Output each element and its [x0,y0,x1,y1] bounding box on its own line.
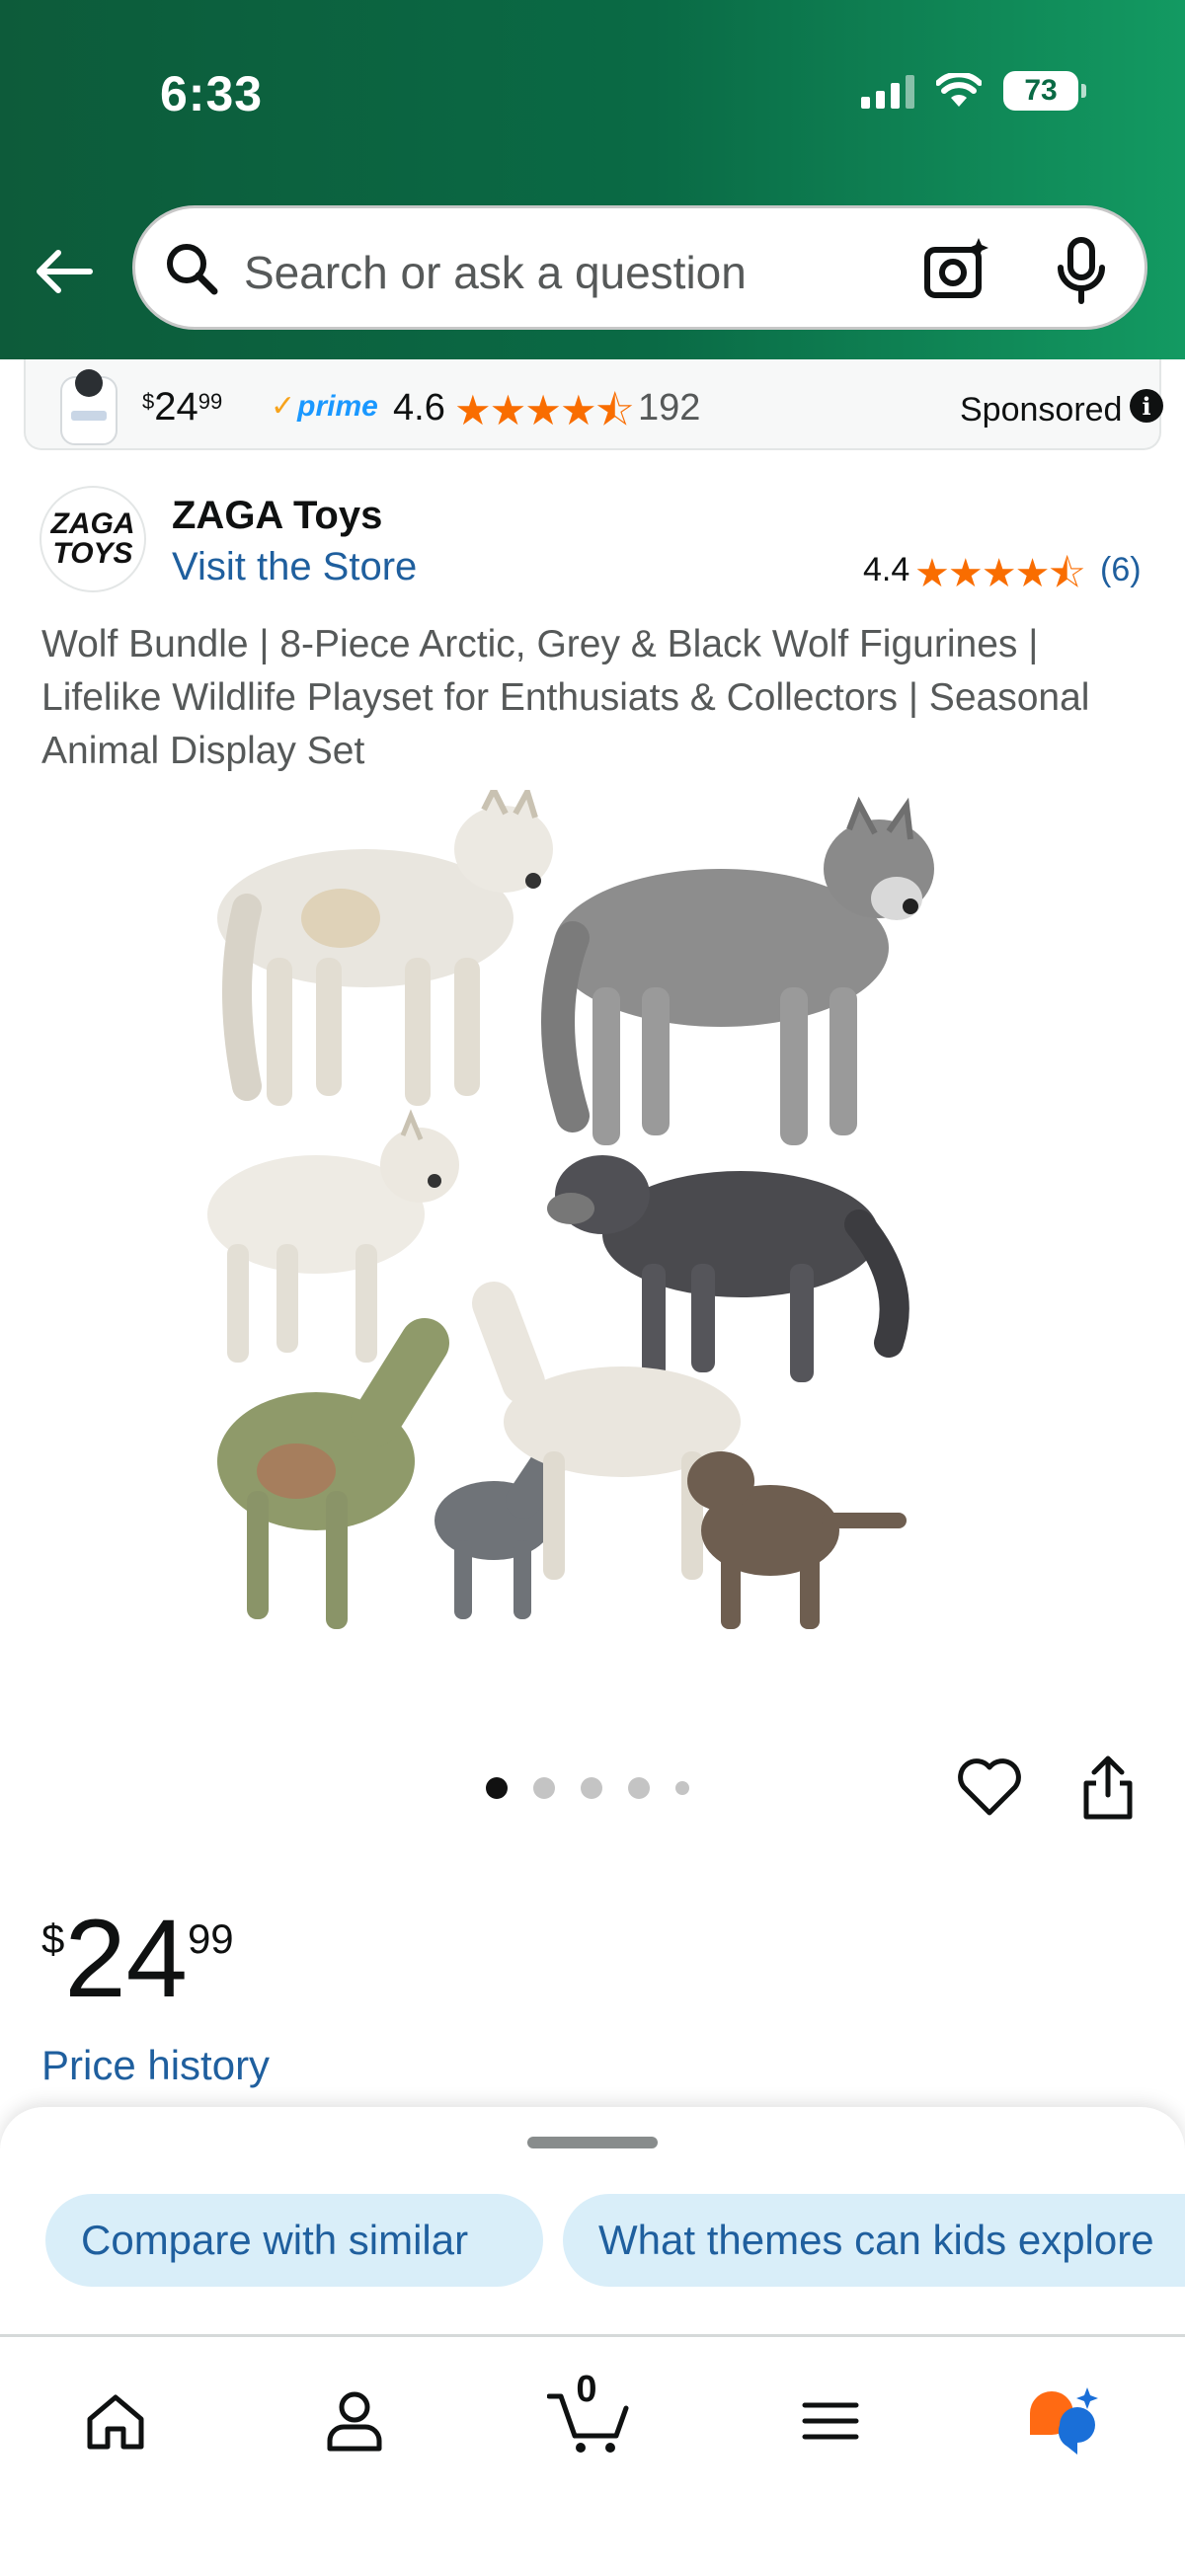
sponsored-price: $2499 [142,385,223,429]
store-logo[interactable]: ZAGA TOYS [40,486,146,592]
account-icon [327,2391,382,2452]
back-arrow-icon [37,250,93,293]
product-title: Wolf Bundle | 8-Piece Arctic, Grey & Bla… [41,623,1090,772]
home-icon [87,2394,144,2450]
rufus-assistant-icon [1030,2387,1098,2455]
back-button[interactable] [30,237,99,306]
product-image[interactable] [168,790,1017,1659]
suggestion-chip-compare[interactable]: Compare with similar [45,2194,543,2287]
search-icon [167,244,218,295]
battery-icon: 73 [1003,71,1086,111]
carousel-dot-4[interactable] [628,1777,650,1799]
wolf-figurine-brown-pup [687,1451,907,1629]
wolf-figurine-grey-large [541,796,934,1145]
star-rating-icon[interactable]: ★★★★⯪ [914,545,1085,612]
status-time: 6:33 [160,66,264,121]
search-bar[interactable]: Search or ask a question [132,205,1147,330]
prime-badge: ✓prime [271,390,378,423]
carousel-dot-5[interactable] [675,1781,689,1795]
info-icon[interactable]: i [1130,389,1163,423]
sponsored-label: Sponsored [960,391,1123,429]
prime-check-icon: ✓ [271,390,296,423]
sponsored-star-rating-icon: ★★★★⯪ [454,387,634,433]
app-header: 6:33 73 Search or ask a question [0,0,1185,359]
wolf-figurine-howling-green [217,1318,449,1629]
hamburger-menu-icon [802,2402,859,2440]
sponsored-product-thumbnail [60,369,118,445]
cart-tab[interactable]: 0 [545,2369,634,2465]
sponsored-rating: 4.6 [393,387,445,429]
sheet-drag-handle[interactable] [527,2137,658,2148]
suggestion-sheet[interactable]: Compare with similar What themes can kid… [0,2107,1185,2334]
product-rating-value[interactable]: 4.4 [863,551,909,589]
sponsored-review-count: 192 [638,387,701,429]
menu-tab[interactable] [786,2377,875,2465]
wolf-figurine-arctic-large [217,790,553,1106]
image-carousel-indicator[interactable] [486,1777,689,1799]
wifi-icon [936,73,982,107]
carousel-dot-1[interactable] [486,1777,508,1799]
search-input[interactable]: Search or ask a question [244,246,747,299]
rufus-assistant-tab[interactable] [1019,2377,1108,2465]
status-icons: 73 [861,71,1086,111]
visit-store-link[interactable]: Visit the Store [172,545,417,589]
microphone-icon[interactable] [1054,236,1109,305]
cellular-signal-icon [861,73,914,109]
share-icon[interactable] [1078,1754,1138,1823]
store-name: ZAGA Toys [172,494,383,537]
product-price: $ 24 99 [41,1897,234,2020]
wolf-figurine-black-medium [547,1155,909,1382]
camera-search-icon[interactable] [921,236,992,303]
carousel-dot-3[interactable] [581,1777,602,1799]
review-count-link[interactable]: (6) [1100,551,1142,589]
sponsored-ad-banner[interactable]: $2499 ✓prime 4.6 ★★★★⯪ 192 Sponsored i [24,359,1163,450]
account-tab[interactable] [310,2377,399,2465]
wishlist-heart-icon[interactable] [956,1757,1023,1819]
bottom-tab-bar: 0 [0,2334,1185,2576]
suggestion-chip-themes[interactable]: What themes can kids explore [563,2194,1185,2287]
cart-count-badge: 0 [576,2369,597,2410]
home-tab[interactable] [71,2377,160,2465]
price-history-link[interactable]: Price history [41,2042,270,2089]
carousel-dot-2[interactable] [533,1777,555,1799]
